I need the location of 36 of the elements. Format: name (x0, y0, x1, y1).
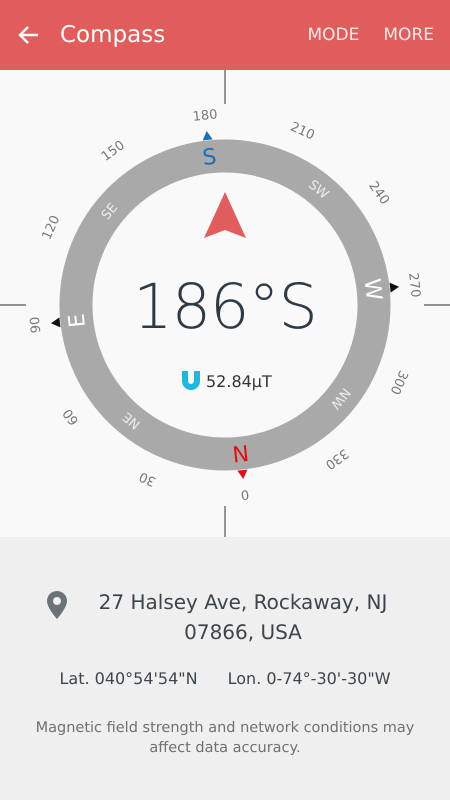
action-button[interactable]: MODE (284, 19, 360, 51)
direction-label: SE (98, 200, 121, 223)
direction-label: N (230, 438, 250, 466)
direction-label: E (64, 312, 91, 329)
pointer-icon (390, 282, 400, 293)
magnet-icon (182, 371, 200, 390)
direction-label: NW (327, 384, 353, 412)
degree-label: 330 (322, 445, 352, 472)
accuracy-note: Magnetic field strength and network conditions may affect data accuracy. (34, 719, 416, 758)
latitude-text: Lat. 040°54'54"N (59, 669, 198, 688)
direction-label: W (358, 277, 386, 302)
pointer-icon (50, 317, 60, 328)
direction-label: SW (305, 178, 332, 202)
longitude-text: Lon. 0-74°-30'-30"W (228, 669, 391, 688)
screen-title: Compass (60, 22, 166, 48)
action-button[interactable]: MORE (359, 19, 434, 51)
direction-label: NE (120, 408, 144, 432)
degree-label: 0 (240, 486, 250, 502)
degree-label: 60 (60, 406, 82, 428)
degree-label: 210 (288, 120, 317, 144)
direction-label: S (201, 144, 218, 171)
pointer-icon (202, 130, 213, 140)
field-strength: 52.84μT (206, 372, 272, 391)
degree-label: 90 (28, 316, 44, 334)
heading-reading: 186°S (133, 270, 317, 343)
degree-label: 150 (98, 138, 128, 165)
pointer-icon (237, 470, 248, 480)
degree-label: 180 (192, 107, 218, 125)
degree-label: 30 (137, 468, 158, 489)
location-pin-icon (47, 591, 67, 619)
back-arrow-icon (18, 25, 40, 45)
degree-label: 120 (40, 213, 64, 242)
degree-label: 300 (386, 368, 410, 397)
degree-label: 270 (405, 272, 423, 298)
address-text: 27 Halsey Ave, Rockaway, NJ 07866, USA (98, 589, 388, 646)
arrow-icon (204, 192, 246, 238)
